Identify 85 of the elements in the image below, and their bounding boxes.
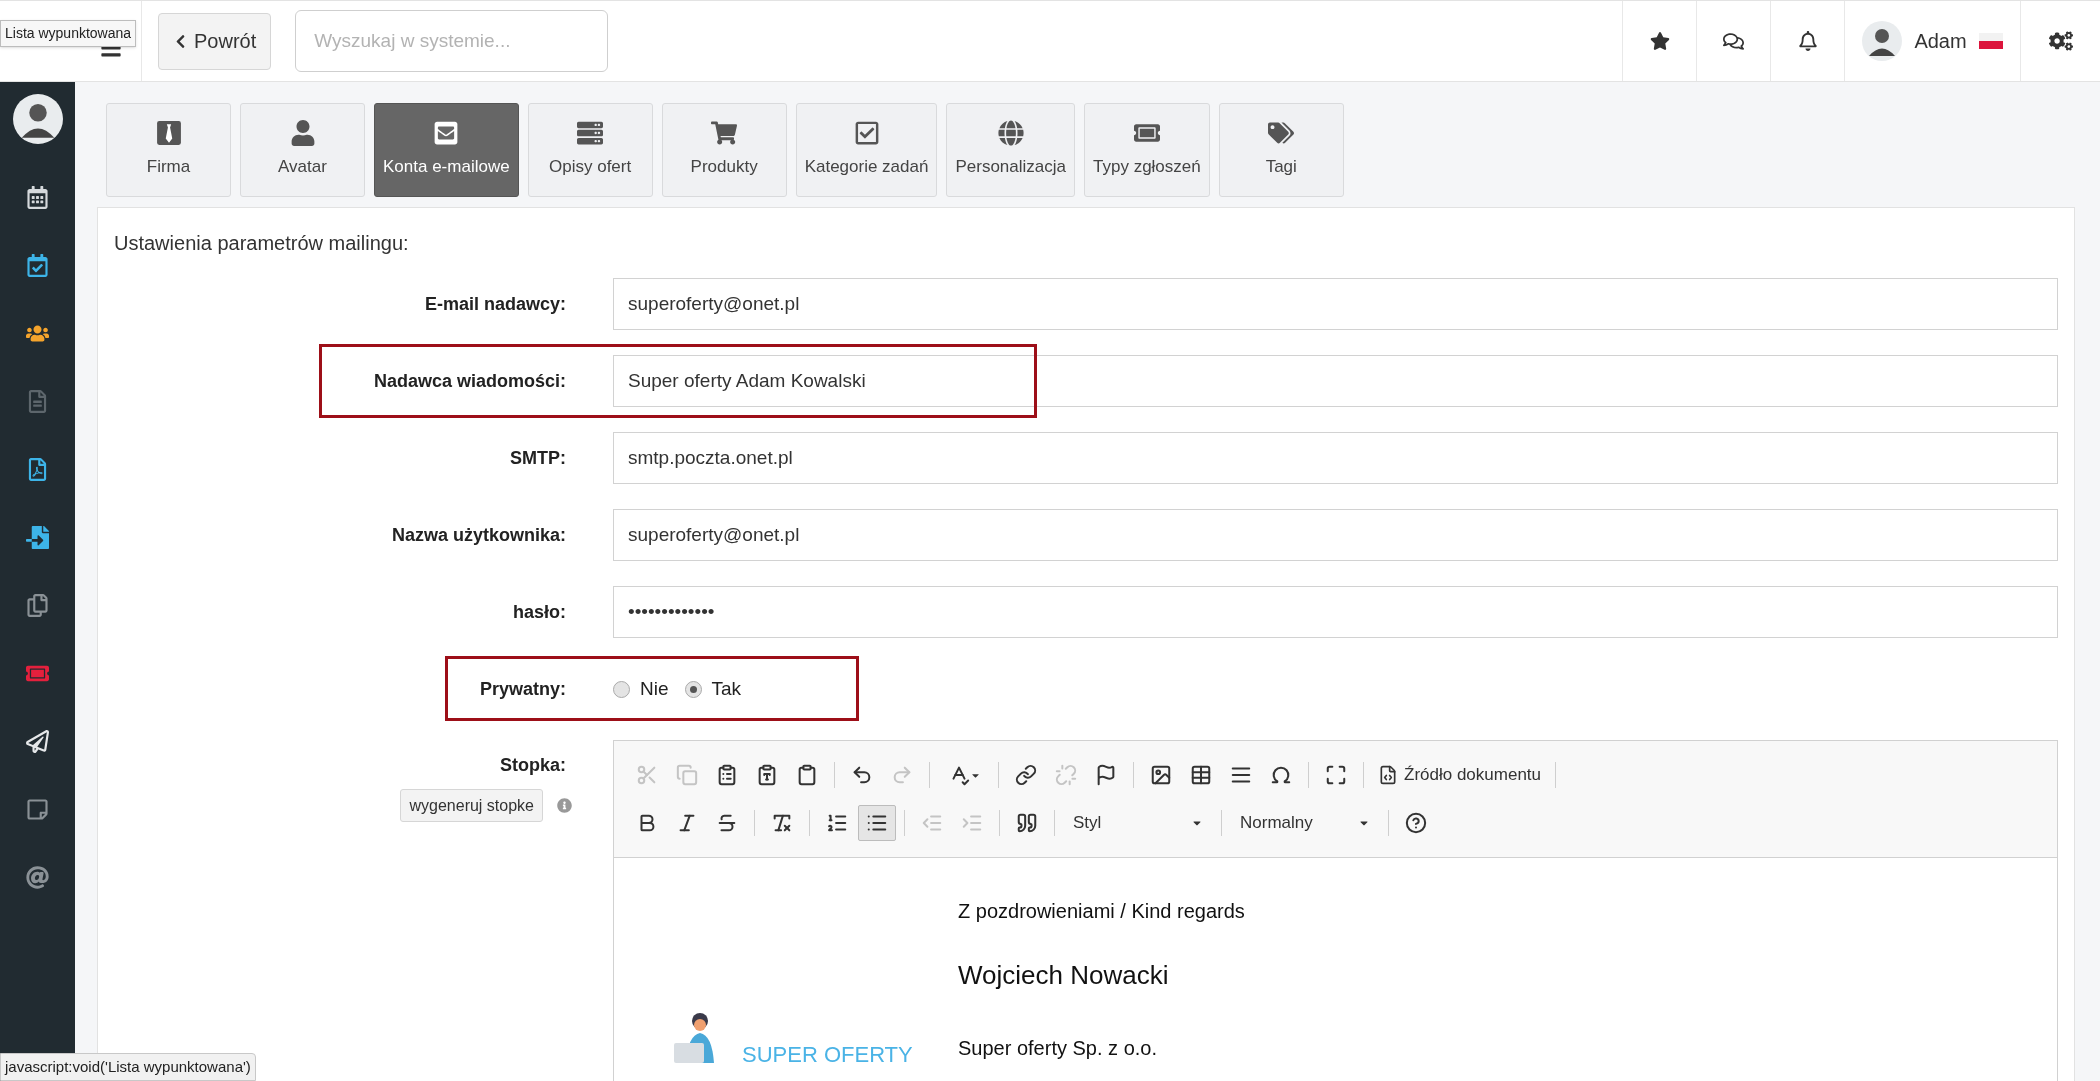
envelope-icon: [433, 120, 460, 147]
bell-icon[interactable]: [1797, 31, 1818, 51]
bulleted-list-button[interactable]: [858, 805, 896, 841]
link-icon: [1015, 764, 1037, 786]
users-icon[interactable]: [26, 322, 49, 345]
format-dropdown[interactable]: Styl: [1063, 805, 1213, 841]
note-icon[interactable]: [26, 798, 49, 821]
remove-format-icon: [771, 812, 793, 834]
cart-icon: [711, 120, 738, 147]
settings-tab[interactable]: Tagi: [1218, 103, 1344, 197]
rich-text-editor[interactable]: Źródło dokumentu Styl Normalny SUPER OFERTY Z pozdrowieniami / Kind regards Wojciech Nowacki Super oferty Sp. z o.o.: [613, 740, 2058, 1081]
status-bar: javascript:void('Lista wypunktowana'): [0, 1052, 256, 1081]
text-field[interactable]: Super oferty Adam Kowalski: [613, 355, 2058, 407]
numbered-list-icon: [826, 812, 848, 834]
signature-greeting: Z pozdrowieniami / Kind regards: [958, 899, 1245, 924]
image-icon: [1150, 764, 1172, 786]
signature-company: Super oferty Sp. z o.o.: [958, 1036, 1158, 1061]
copy-icon: [676, 764, 698, 786]
field-label: E-mail nadawcy:: [423, 292, 566, 316]
logo-text: SUPER OFERTY: [742, 1041, 913, 1069]
radio-label: Tak: [711, 676, 742, 701]
user-name[interactable]: Adam: [1914, 26, 1967, 56]
calendar-icon[interactable]: [26, 186, 49, 209]
profile-avatar[interactable]: [12, 94, 63, 144]
text-field[interactable]: •••••••••••••: [613, 586, 2058, 638]
scissors-icon: [636, 764, 658, 786]
field-label: Prywatny:: [478, 677, 566, 701]
generate-footer-button[interactable]: wygeneruj stopke: [400, 789, 543, 822]
flag-icon: [1095, 764, 1117, 786]
back-button[interactable]: Powrót: [158, 12, 272, 70]
field-label: Nazwa użytkownika:: [390, 523, 566, 547]
settings-tab[interactable]: Konta e-mailowe: [374, 103, 519, 197]
checkbox-icon: [853, 120, 880, 147]
settings-tab[interactable]: Kategorie zadań: [795, 103, 938, 197]
at-sign-icon[interactable]: [26, 866, 49, 889]
radio-label: Nie: [640, 676, 669, 701]
person-icon: [289, 120, 316, 147]
tooltip: Lista wypunktowana: [0, 20, 137, 47]
pdf-file-icon[interactable]: [26, 458, 49, 481]
field-label: SMTP:: [509, 446, 566, 470]
search-field[interactable]: Wyszukaj w systemie...: [295, 10, 609, 72]
radio-button[interactable]: [684, 680, 702, 698]
field-label: Stopka:: [500, 754, 566, 777]
calendar-check-icon[interactable]: [26, 254, 49, 277]
settings-icon[interactable]: [2048, 29, 2073, 53]
text-field[interactable]: superoferty@onet.pl: [613, 278, 2058, 330]
paste-text-icon: [756, 764, 778, 786]
paper-plane-icon[interactable]: [26, 730, 49, 753]
user-avatar[interactable]: [1862, 21, 1903, 61]
unlink-icon: [1055, 764, 1077, 786]
field-label: hasło:: [512, 600, 566, 624]
undo-icon: [851, 764, 873, 786]
section-heading: Ustawienia parametrów mailingu:: [114, 231, 410, 256]
redo-icon: [891, 764, 913, 786]
star-icon[interactable]: [1649, 31, 1670, 51]
settings-tab[interactable]: Firma: [106, 103, 231, 197]
copy-icon[interactable]: [26, 594, 49, 617]
file-import-icon[interactable]: [26, 526, 49, 549]
radio-button[interactable]: [613, 680, 630, 698]
text-field[interactable]: superoferty@onet.pl: [613, 509, 2058, 561]
table-icon: [1190, 764, 1212, 786]
source-button[interactable]: Źródło dokumentu: [1372, 757, 1548, 793]
flag-icon: [1978, 33, 2003, 49]
strikethrough-icon: [716, 812, 738, 834]
settings-tab[interactable]: Opisy ofert: [527, 103, 653, 197]
code-file-icon: [1378, 765, 1398, 785]
tie-icon: [155, 120, 182, 147]
info-icon[interactable]: [557, 798, 572, 813]
format-dropdown[interactable]: Normalny: [1230, 805, 1380, 841]
paste-icon: [716, 764, 738, 786]
signature-name: Wojciech Nowacki: [958, 959, 1170, 992]
field-label: Nadawca wiadomości:: [372, 369, 566, 393]
help-icon: [1405, 812, 1427, 834]
server-icon: [577, 120, 604, 147]
settings-tab[interactable]: Personalizacja: [946, 103, 1075, 197]
maximize-icon: [1325, 764, 1347, 786]
settings-tab[interactable]: Avatar: [240, 103, 365, 197]
settings-tab[interactable]: Produkty: [661, 103, 787, 197]
chat-icon[interactable]: [1723, 30, 1744, 52]
quote-icon: [1016, 812, 1038, 834]
document-icon[interactable]: [26, 390, 49, 413]
settings-tab[interactable]: Typy zgłoszeń: [1084, 103, 1210, 197]
globe-icon: [997, 120, 1024, 147]
omega-icon: [1270, 764, 1292, 786]
text-field[interactable]: smtp.poczta.onet.pl: [613, 432, 2058, 484]
